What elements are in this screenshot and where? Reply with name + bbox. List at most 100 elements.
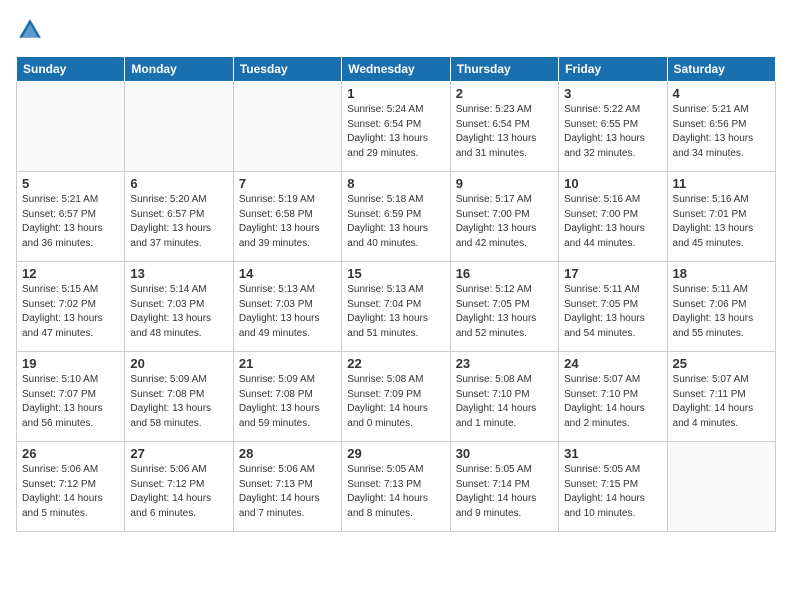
day-info: Sunrise: 5:19 AM Sunset: 6:58 PM Dayligh… <box>239 193 336 251</box>
day-number: 10 <box>564 176 661 191</box>
calendar-cell: 22 Sunrise: 5:08 AM Sunset: 7:09 PM Dayli… <box>342 352 450 442</box>
day-number: 14 <box>239 266 336 281</box>
calendar-cell: 29 Sunrise: 5:05 AM Sunset: 7:13 PM Dayli… <box>342 442 450 532</box>
day-number: 30 <box>456 446 553 461</box>
day-info: Sunrise: 5:24 AM Sunset: 6:54 PM Dayligh… <box>347 103 444 161</box>
logo <box>16 16 48 44</box>
calendar-cell: 17 Sunrise: 5:11 AM Sunset: 7:05 PM Dayli… <box>559 262 667 352</box>
calendar-cell: 5 Sunrise: 5:21 AM Sunset: 6:57 PM Daylig… <box>17 172 125 262</box>
day-info: Sunrise: 5:07 AM Sunset: 7:11 PM Dayligh… <box>673 373 770 431</box>
calendar-cell: 9 Sunrise: 5:17 AM Sunset: 7:00 PM Daylig… <box>450 172 558 262</box>
day-number: 1 <box>347 86 444 101</box>
weekday-header-sunday: Sunday <box>17 57 125 82</box>
day-info: Sunrise: 5:07 AM Sunset: 7:10 PM Dayligh… <box>564 373 661 431</box>
calendar-cell: 31Sunrise: 5:05 AM Sunset: 7:15 PM Dayli… <box>559 442 667 532</box>
day-info: Sunrise: 5:13 AM Sunset: 7:03 PM Dayligh… <box>239 283 336 341</box>
day-info: Sunrise: 5:16 AM Sunset: 7:01 PM Dayligh… <box>673 193 770 251</box>
day-number: 4 <box>673 86 770 101</box>
week-row-2: 5 Sunrise: 5:21 AM Sunset: 6:57 PM Daylig… <box>17 172 776 262</box>
calendar-cell: 11 Sunrise: 5:16 AM Sunset: 7:01 PM Dayli… <box>667 172 775 262</box>
calendar-cell: 6Sunrise: 5:20 AM Sunset: 6:57 PM Daylig… <box>125 172 233 262</box>
calendar-cell: 14 Sunrise: 5:13 AM Sunset: 7:03 PM Dayli… <box>233 262 341 352</box>
day-info: Sunrise: 5:05 AM Sunset: 7:13 PM Dayligh… <box>347 463 444 521</box>
calendar-cell <box>17 82 125 172</box>
day-info: Sunrise: 5:16 AM Sunset: 7:00 PM Dayligh… <box>564 193 661 251</box>
day-number: 26 <box>22 446 119 461</box>
calendar-cell: 15 Sunrise: 5:13 AM Sunset: 7:04 PM Dayli… <box>342 262 450 352</box>
calendar-cell: 8 Sunrise: 5:18 AM Sunset: 6:59 PM Daylig… <box>342 172 450 262</box>
day-number: 19 <box>22 356 119 371</box>
day-info: Sunrise: 5:09 AM Sunset: 7:08 PM Dayligh… <box>239 373 336 431</box>
day-info: Sunrise: 5:17 AM Sunset: 7:00 PM Dayligh… <box>456 193 553 251</box>
day-number: 15 <box>347 266 444 281</box>
calendar-cell: 21 Sunrise: 5:09 AM Sunset: 7:08 PM Dayli… <box>233 352 341 442</box>
calendar-cell: 3 Sunrise: 5:22 AM Sunset: 6:55 PM Daylig… <box>559 82 667 172</box>
calendar-cell: 19 Sunrise: 5:10 AM Sunset: 7:07 PM Dayli… <box>17 352 125 442</box>
day-info: Sunrise: 5:11 AM Sunset: 7:06 PM Dayligh… <box>673 283 770 341</box>
day-info: Sunrise: 5:22 AM Sunset: 6:55 PM Dayligh… <box>564 103 661 161</box>
calendar-cell: 25 Sunrise: 5:07 AM Sunset: 7:11 PM Dayli… <box>667 352 775 442</box>
day-info: Sunrise: 5:08 AM Sunset: 7:09 PM Dayligh… <box>347 373 444 431</box>
day-number: 17 <box>564 266 661 281</box>
weekday-header-wednesday: Wednesday <box>342 57 450 82</box>
day-info: Sunrise: 5:18 AM Sunset: 6:59 PM Dayligh… <box>347 193 444 251</box>
calendar-cell: 16 Sunrise: 5:12 AM Sunset: 7:05 PM Dayli… <box>450 262 558 352</box>
day-number: 11 <box>673 176 770 191</box>
day-number: 6 <box>130 176 227 191</box>
day-number: 8 <box>347 176 444 191</box>
calendar-cell: 2 Sunrise: 5:23 AM Sunset: 6:54 PM Daylig… <box>450 82 558 172</box>
calendar-cell: 27 Sunrise: 5:06 AM Sunset: 7:12 PM Dayli… <box>125 442 233 532</box>
day-info: Sunrise: 5:06 AM Sunset: 7:12 PM Dayligh… <box>22 463 119 521</box>
day-info: Sunrise: 5:14 AM Sunset: 7:03 PM Dayligh… <box>130 283 227 341</box>
day-info: Sunrise: 5:23 AM Sunset: 6:54 PM Dayligh… <box>456 103 553 161</box>
day-number: 3 <box>564 86 661 101</box>
day-info: Sunrise: 5:15 AM Sunset: 7:02 PM Dayligh… <box>22 283 119 341</box>
day-number: 9 <box>456 176 553 191</box>
day-number: 28 <box>239 446 336 461</box>
day-number: 18 <box>673 266 770 281</box>
calendar-cell: 18 Sunrise: 5:11 AM Sunset: 7:06 PM Dayli… <box>667 262 775 352</box>
calendar-cell: 24Sunrise: 5:07 AM Sunset: 7:10 PM Dayli… <box>559 352 667 442</box>
week-row-3: 12 Sunrise: 5:15 AM Sunset: 7:02 PM Dayli… <box>17 262 776 352</box>
calendar-cell <box>233 82 341 172</box>
day-info: Sunrise: 5:05 AM Sunset: 7:15 PM Dayligh… <box>564 463 661 521</box>
day-number: 27 <box>130 446 227 461</box>
day-number: 5 <box>22 176 119 191</box>
calendar-cell: 23Sunrise: 5:08 AM Sunset: 7:10 PM Dayli… <box>450 352 558 442</box>
day-info: Sunrise: 5:06 AM Sunset: 7:12 PM Dayligh… <box>130 463 227 521</box>
week-row-1: 1 Sunrise: 5:24 AM Sunset: 6:54 PM Daylig… <box>17 82 776 172</box>
day-number: 12 <box>22 266 119 281</box>
day-info: Sunrise: 5:09 AM Sunset: 7:08 PM Dayligh… <box>130 373 227 431</box>
day-number: 16 <box>456 266 553 281</box>
week-row-5: 26 Sunrise: 5:06 AM Sunset: 7:12 PM Dayli… <box>17 442 776 532</box>
calendar-cell: 10 Sunrise: 5:16 AM Sunset: 7:00 PM Dayli… <box>559 172 667 262</box>
calendar-cell: 26 Sunrise: 5:06 AM Sunset: 7:12 PM Dayli… <box>17 442 125 532</box>
day-info: Sunrise: 5:06 AM Sunset: 7:13 PM Dayligh… <box>239 463 336 521</box>
day-number: 13 <box>130 266 227 281</box>
day-number: 29 <box>347 446 444 461</box>
weekday-header-friday: Friday <box>559 57 667 82</box>
day-info: Sunrise: 5:11 AM Sunset: 7:05 PM Dayligh… <box>564 283 661 341</box>
day-number: 2 <box>456 86 553 101</box>
day-number: 7 <box>239 176 336 191</box>
day-info: Sunrise: 5:10 AM Sunset: 7:07 PM Dayligh… <box>22 373 119 431</box>
day-number: 20 <box>130 356 227 371</box>
day-info: Sunrise: 5:13 AM Sunset: 7:04 PM Dayligh… <box>347 283 444 341</box>
calendar-cell: 7 Sunrise: 5:19 AM Sunset: 6:58 PM Daylig… <box>233 172 341 262</box>
weekday-header-row: SundayMondayTuesdayWednesdayThursdayFrid… <box>17 57 776 82</box>
day-number: 25 <box>673 356 770 371</box>
calendar-cell: 1 Sunrise: 5:24 AM Sunset: 6:54 PM Daylig… <box>342 82 450 172</box>
day-number: 22 <box>347 356 444 371</box>
weekday-header-thursday: Thursday <box>450 57 558 82</box>
week-row-4: 19 Sunrise: 5:10 AM Sunset: 7:07 PM Dayli… <box>17 352 776 442</box>
calendar-cell <box>125 82 233 172</box>
day-info: Sunrise: 5:21 AM Sunset: 6:56 PM Dayligh… <box>673 103 770 161</box>
day-info: Sunrise: 5:05 AM Sunset: 7:14 PM Dayligh… <box>456 463 553 521</box>
day-number: 23 <box>456 356 553 371</box>
day-info: Sunrise: 5:21 AM Sunset: 6:57 PM Dayligh… <box>22 193 119 251</box>
day-info: Sunrise: 5:12 AM Sunset: 7:05 PM Dayligh… <box>456 283 553 341</box>
calendar-cell <box>667 442 775 532</box>
weekday-header-monday: Monday <box>125 57 233 82</box>
day-number: 21 <box>239 356 336 371</box>
calendar-cell: 28 Sunrise: 5:06 AM Sunset: 7:13 PM Dayli… <box>233 442 341 532</box>
